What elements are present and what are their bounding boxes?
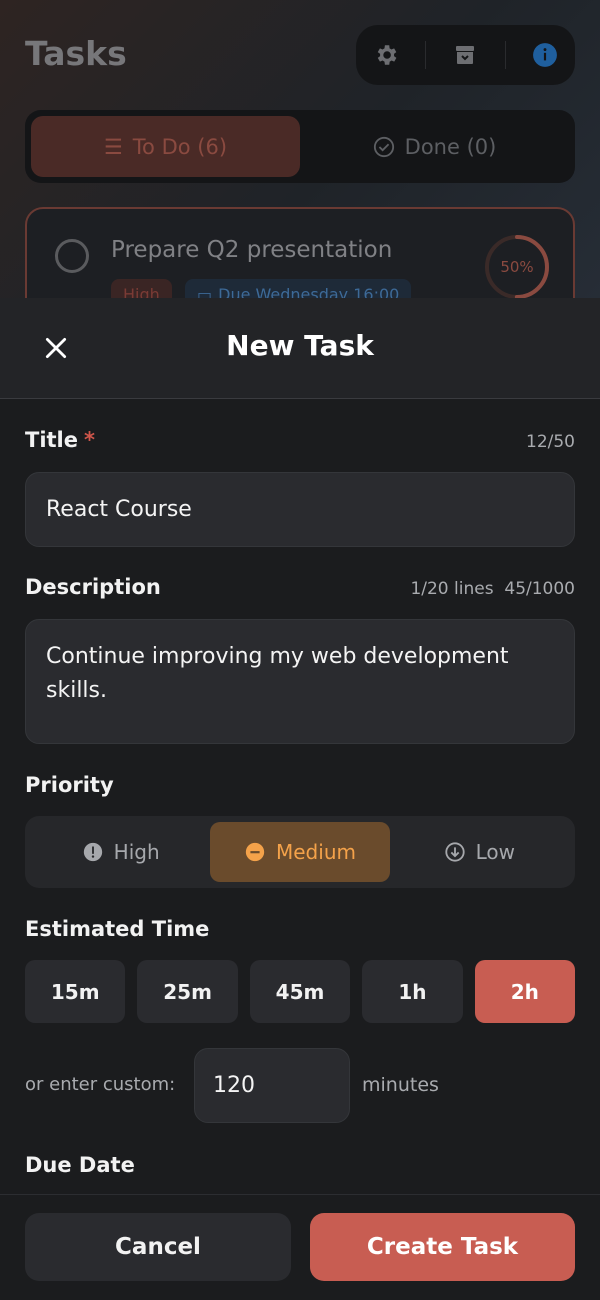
minus-circle-icon bbox=[245, 842, 265, 862]
description-textarea[interactable]: Continue improving my web development sk… bbox=[25, 619, 575, 744]
complete-checkbox[interactable] bbox=[55, 239, 89, 273]
priority-option-label: Medium bbox=[276, 840, 356, 864]
priority-option-low[interactable]: Low bbox=[390, 822, 569, 882]
time-preset-15m[interactable]: 15m bbox=[25, 960, 126, 1023]
create-task-button[interactable]: Create Task bbox=[310, 1213, 575, 1281]
custom-time-label: or enter custom: bbox=[25, 1074, 176, 1095]
priority-selector: High Medium Low bbox=[25, 816, 575, 888]
time-preset-2h[interactable]: 2h bbox=[474, 960, 576, 1023]
time-presets: 15m 25m 45m 1h 2h bbox=[25, 960, 576, 1023]
task-title: Prepare Q2 presentation bbox=[111, 237, 393, 263]
time-preset-25m[interactable]: 25m bbox=[137, 960, 238, 1023]
background-app: Tasks ☰ To Do (6) Done (0) Prepare Q2 pr… bbox=[0, 0, 600, 300]
gear-icon bbox=[377, 45, 397, 65]
tab-todo[interactable]: ☰ To Do (6) bbox=[31, 116, 300, 177]
progress-label: 50% bbox=[500, 258, 534, 276]
priority-badge: High bbox=[111, 279, 172, 300]
priority-option-label: Low bbox=[475, 840, 516, 864]
minutes-unit-label: minutes bbox=[362, 1074, 439, 1096]
description-char-counter: 45/1000 bbox=[504, 579, 575, 599]
toolbar-divider bbox=[504, 41, 506, 69]
toolbar-divider bbox=[425, 41, 427, 69]
task-card[interactable]: Prepare Q2 presentation High ▭ Due Wedne… bbox=[25, 207, 575, 300]
estimated-time-label: Estimated Time bbox=[25, 917, 210, 941]
arrow-down-circle-icon bbox=[445, 842, 465, 862]
description-counters: 1/20 lines 45/1000 bbox=[410, 579, 575, 599]
priority-option-medium[interactable]: Medium bbox=[210, 822, 390, 882]
sheet-title: New Task bbox=[226, 329, 374, 362]
tab-done-label: Done (0) bbox=[404, 134, 497, 159]
sheet-footer: Cancel Create Task bbox=[0, 1194, 600, 1300]
sheet-header: New Task bbox=[0, 298, 600, 399]
time-preset-45m[interactable]: 45m bbox=[249, 960, 351, 1023]
time-preset-1h[interactable]: 1h bbox=[362, 960, 463, 1023]
settings-button[interactable] bbox=[366, 35, 406, 75]
top-toolbar bbox=[356, 25, 575, 85]
archive-button[interactable] bbox=[445, 35, 485, 75]
title-char-counter: 12/50 bbox=[526, 432, 575, 452]
priority-option-high[interactable]: High bbox=[31, 822, 210, 882]
due-date-label: Due Date bbox=[25, 1153, 135, 1177]
check-circle-icon bbox=[373, 136, 394, 157]
title-label-text: Title bbox=[25, 428, 79, 452]
priority-label: Priority bbox=[25, 773, 114, 797]
status-tabs: ☰ To Do (6) Done (0) bbox=[25, 110, 575, 183]
title-label: Title * bbox=[25, 428, 95, 452]
list-icon: ☰ bbox=[103, 134, 123, 159]
exclamation-circle-icon bbox=[83, 842, 102, 862]
description-label: Description bbox=[25, 575, 161, 599]
tab-todo-label: To Do (6) bbox=[132, 134, 228, 159]
priority-option-label: High bbox=[113, 840, 160, 864]
required-mark: * bbox=[84, 428, 95, 452]
title-input[interactable]: React Course bbox=[25, 472, 575, 547]
due-badge: ▭ Due Wednesday 16:00 bbox=[185, 279, 412, 300]
custom-minutes-input[interactable]: 120 bbox=[194, 1048, 350, 1123]
archive-box-icon bbox=[456, 46, 475, 64]
description-lines-counter: 1/20 lines bbox=[410, 579, 494, 599]
cancel-button[interactable]: Cancel bbox=[25, 1213, 291, 1281]
app-title: Tasks bbox=[25, 34, 127, 73]
info-button[interactable] bbox=[525, 35, 565, 75]
tab-done[interactable]: Done (0) bbox=[300, 116, 569, 177]
info-circle-icon bbox=[533, 43, 558, 67]
new-task-sheet: New Task Title * 12/50 React Course Descr… bbox=[0, 298, 600, 1300]
